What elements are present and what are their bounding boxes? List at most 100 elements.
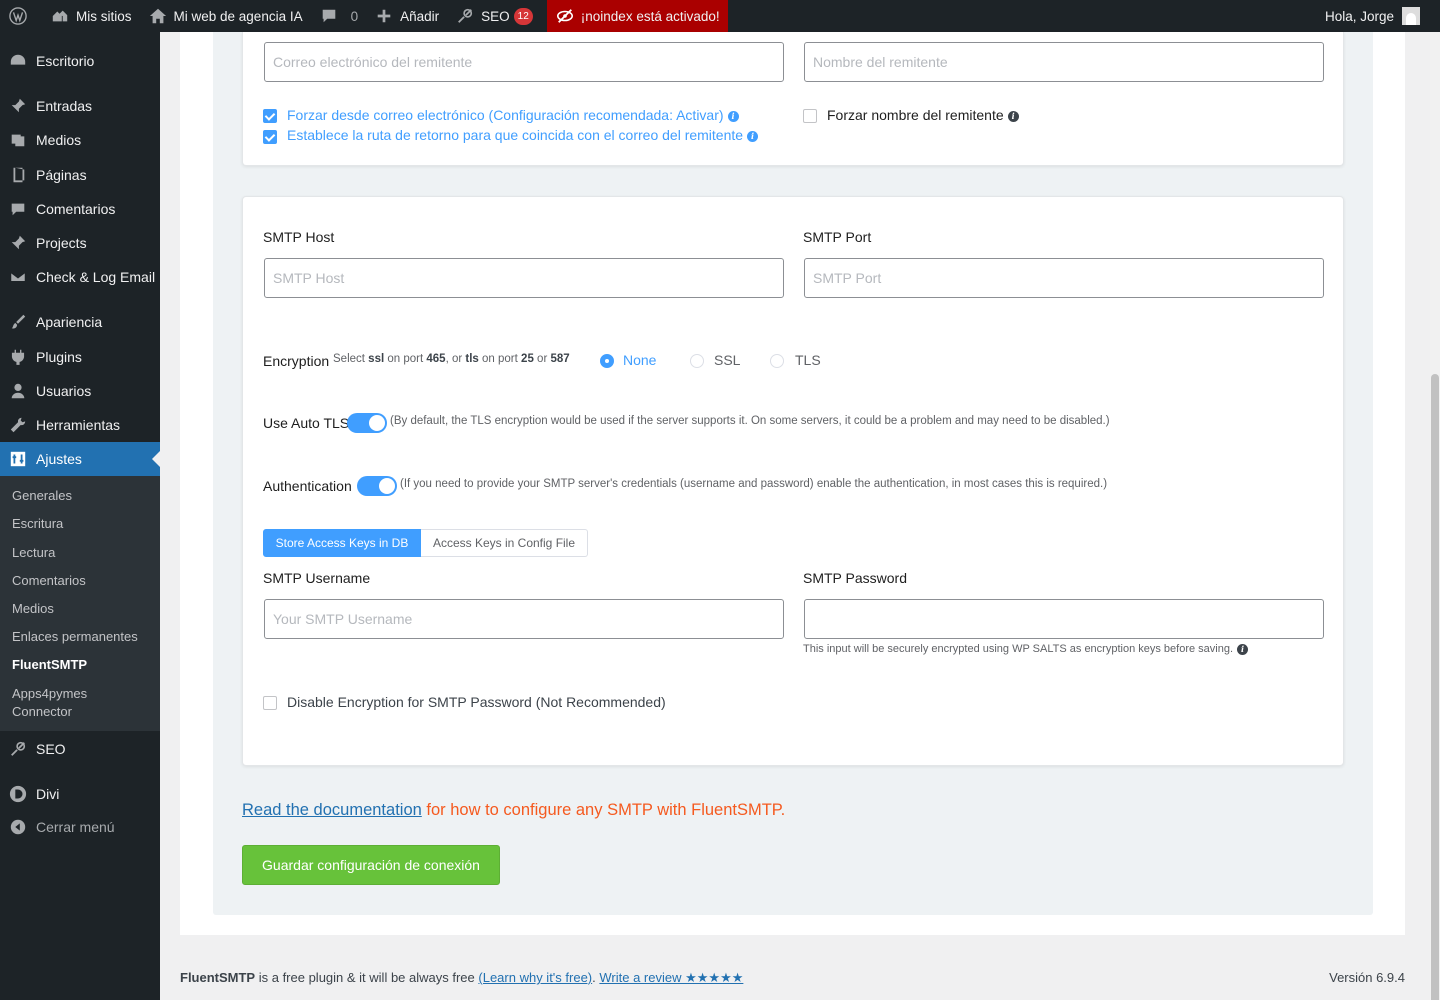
documentation-link[interactable]: Read the documentation — [242, 801, 422, 819]
menu-label: Usuarios — [36, 383, 92, 399]
submenu-generales[interactable]: Generales — [12, 487, 72, 505]
store-keys-db-tab[interactable]: Store Access Keys in DB — [263, 529, 421, 557]
menu-usuarios[interactable]: Usuarios — [0, 374, 160, 408]
menu-paginas[interactable]: Páginas — [0, 158, 160, 192]
menu-seo[interactable]: SEO — [0, 732, 160, 766]
dashboard-icon — [8, 51, 28, 71]
scrollbar-thumb[interactable] — [1431, 374, 1439, 1000]
hint-port: 465 — [426, 353, 446, 365]
auto-tls-label: Use Auto TLS — [263, 415, 350, 431]
menu-comentarios[interactable]: Comentarios — [0, 192, 160, 226]
info-icon[interactable]: i — [727, 110, 739, 122]
pin-icon — [8, 233, 28, 253]
submenu-comentarios[interactable]: Comentarios — [12, 572, 86, 590]
media-icon — [8, 130, 28, 150]
authentication-hint: (If you need to provide your SMTP server… — [400, 478, 1108, 490]
smtp-host-input[interactable] — [264, 258, 784, 298]
encryption-none-radio[interactable] — [600, 354, 614, 368]
seo-label: SEO — [481, 8, 510, 24]
menu-apariencia[interactable]: Apariencia — [0, 305, 160, 339]
menu-plugins[interactable]: Plugins — [0, 340, 160, 374]
smtp-port-label: SMTP Port — [803, 229, 872, 245]
submenu-fluentsmtp[interactable]: FluentSMTP — [12, 656, 87, 674]
menu-divi[interactable]: Divi — [0, 777, 160, 811]
encryption-ssl-label[interactable]: SSL — [714, 352, 740, 368]
menu-escritorio[interactable]: Escritorio — [0, 44, 160, 78]
auto-tls-hint: (By default, the TLS encryption would be… — [390, 415, 1110, 427]
sender-name-input[interactable] — [804, 42, 1324, 82]
menu-label: Check & Log Email — [36, 269, 156, 285]
submenu-apps4pymes[interactable]: Apps4pymes — [12, 685, 87, 703]
comment-bubble-icon — [319, 6, 339, 26]
smtp-password-input[interactable] — [804, 599, 1324, 639]
authentication-toggle[interactable] — [357, 476, 397, 496]
menu-label: Divi — [36, 786, 60, 802]
info-icon[interactable]: i — [747, 130, 759, 142]
encryption-none-label[interactable]: None — [623, 352, 656, 368]
sites-icon — [50, 6, 70, 26]
submenu-lectura[interactable]: Lectura — [12, 544, 55, 562]
wrench-icon — [8, 415, 28, 435]
write-review-link[interactable]: Write a review ★★★★★ — [599, 970, 743, 985]
hint-text: or — [537, 353, 548, 365]
menu-medios[interactable]: Medios — [0, 123, 160, 157]
menu-herramientas[interactable]: Herramientas — [0, 408, 160, 442]
save-connection-button[interactable]: Guardar configuración de conexión — [242, 845, 500, 885]
hint-text: Select — [333, 353, 365, 365]
return-path-label[interactable]: Establece la ruta de retorno para que co… — [287, 127, 759, 143]
site-name-menu[interactable]: Mi web de agencia IA — [140, 0, 311, 32]
auto-tls-toggle[interactable] — [347, 413, 387, 433]
learn-why-free-link[interactable]: (Learn why it's free) — [478, 970, 592, 985]
disable-encryption-label[interactable]: Disable Encryption for SMTP Password (No… — [287, 694, 666, 710]
hint-port: 587 — [550, 353, 570, 365]
menu-label: Herramientas — [36, 417, 121, 433]
keys-config-file-tab[interactable]: Access Keys in Config File — [421, 529, 588, 557]
hint-text: on port — [387, 353, 424, 365]
page-scrollbar[interactable] — [1430, 32, 1440, 1000]
collapse-menu[interactable]: Cerrar menú — [0, 810, 160, 844]
ajustes-submenu: Generales Escritura Lectura Comentarios … — [0, 476, 160, 731]
smtp-username-input[interactable] — [264, 599, 784, 639]
encryption-tls-label[interactable]: TLS — [795, 352, 821, 368]
menu-label: Entradas — [36, 98, 93, 114]
seo-menu[interactable]: SEO 12 — [447, 0, 541, 32]
info-icon[interactable]: i — [1007, 110, 1019, 122]
menu-projects[interactable]: Projects — [0, 226, 160, 260]
menu-check-log-email[interactable]: Check & Log Email — [0, 260, 160, 294]
add-new-menu[interactable]: Añadir — [366, 0, 447, 32]
my-sites-menu[interactable]: Mis sitios — [42, 0, 140, 32]
account-menu[interactable]: Hola, Jorge — [1325, 7, 1440, 25]
menu-label: Páginas — [36, 167, 87, 183]
sender-email-input[interactable] — [264, 42, 784, 82]
submenu-enlaces-permanentes[interactable]: Enlaces permanentes — [12, 628, 138, 646]
wordpress-logo-link[interactable] — [0, 0, 42, 32]
menu-ajustes[interactable]: Ajustes — [0, 442, 160, 476]
return-path-checkbox[interactable] — [263, 130, 277, 144]
smtp-host-label: SMTP Host — [263, 229, 335, 245]
force-name-checkbox[interactable] — [803, 109, 817, 123]
documentation-line: Read the documentation for how to config… — [242, 801, 785, 820]
encryption-ssl-radio[interactable] — [690, 354, 704, 368]
submenu-connector[interactable]: Connector — [12, 703, 72, 721]
hint-ssl: ssl — [368, 353, 385, 365]
force-from-email-checkbox[interactable] — [263, 109, 277, 123]
submenu-escritura[interactable]: Escritura — [12, 515, 63, 533]
comments-menu[interactable]: 0 — [311, 0, 367, 32]
greeting-label: Hola, Jorge — [1324, 8, 1394, 24]
info-icon[interactable]: i — [1237, 643, 1249, 655]
hint-port: 25 — [521, 353, 534, 365]
hint-text: on port — [482, 353, 518, 365]
force-from-email-label[interactable]: Forzar desde correo electrónico (Configu… — [287, 107, 739, 123]
submenu-medios[interactable]: Medios — [12, 600, 54, 618]
noindex-label: ¡noindex está activado! — [580, 8, 720, 24]
disable-encryption-checkbox[interactable] — [263, 696, 277, 710]
my-sites-label: Mis sitios — [76, 8, 132, 24]
smtp-port-input[interactable] — [804, 258, 1324, 298]
noindex-warning[interactable]: ¡noindex está activado! — [546, 0, 728, 32]
divi-icon — [8, 784, 28, 804]
encryption-tls-radio[interactable] — [770, 354, 784, 368]
menu-label: Projects — [36, 235, 87, 251]
force-name-label[interactable]: Forzar nombre del remitente i — [827, 107, 1019, 123]
menu-entradas[interactable]: Entradas — [0, 89, 160, 123]
encryption-hint: Select ssl on port 465, or tls on port 2… — [333, 353, 570, 365]
